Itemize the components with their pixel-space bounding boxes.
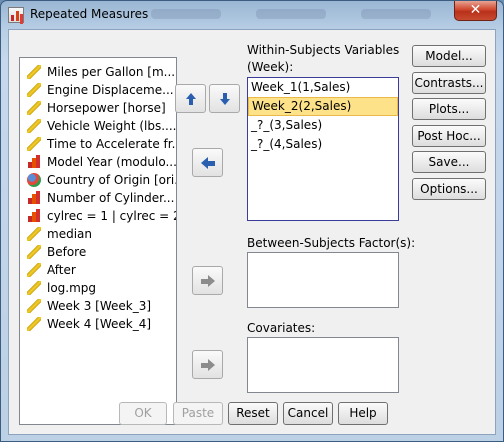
scale-icon [27,101,41,115]
post-hoc-button[interactable]: Post Hoc... [412,124,486,147]
variable-list-item[interactable]: After [20,261,176,279]
dialog-body: Miles per Gallon [m... Engine Displaceme.… [8,29,496,435]
ordinal-icon [27,191,41,205]
scale-icon [27,281,41,295]
cancel-button[interactable]: Cancel [283,402,333,425]
repeated-measures-dialog: Repeated Measures ✕ Miles per Gallon [m.… [0,0,504,442]
plots-button[interactable]: Plots... [412,98,486,120]
variable-list-item[interactable]: Miles per Gallon [m... [20,63,176,81]
variable-list-item[interactable]: Before [20,243,176,261]
background-blur [361,9,431,19]
ordinal-icon [27,209,41,223]
contrasts-button[interactable]: Contrasts... [412,71,486,94]
model-button[interactable]: Model... [412,45,486,67]
move-to-within-button[interactable] [192,148,223,177]
scale-icon [27,65,41,79]
within-list-item[interactable]: Week_1(1,Sales) [248,78,398,97]
within-list-item[interactable]: _?_(4,Sales) [248,135,398,154]
variable-list-item[interactable]: log.mpg [20,279,176,297]
right-arrow-icon [201,359,215,371]
within-factor-label: (Week): [247,60,294,74]
move-down-button[interactable] [209,84,240,113]
within-subjects-label: Within-Subjects Variables [247,43,400,57]
ordinal-icon [27,155,41,169]
variable-label: Week 3 [Week_3] [47,299,152,313]
covariates-list[interactable] [247,337,399,393]
variable-label: median [47,227,92,241]
scale-icon [27,317,41,331]
move-to-between-button[interactable] [192,266,223,295]
variable-list-item[interactable]: Week 3 [Week_3] [20,297,176,315]
scale-icon [27,299,41,313]
background-blur [256,9,326,19]
variable-list-item[interactable]: Engine Displaceme... [20,81,176,99]
background-blur [151,9,221,19]
title-bar[interactable]: Repeated Measures ✕ [1,1,503,29]
variable-label: Country of Origin [ori... [47,173,176,187]
covariates-label: Covariates: [247,321,316,335]
between-subjects-label: Between-Subjects Factor(s): [247,236,416,250]
left-arrow-icon [201,157,215,169]
right-arrow-icon [201,275,215,287]
close-button[interactable]: ✕ [454,1,497,21]
variable-label: Before [47,245,87,259]
variable-label: cylrec = 1 | cylrec = 2... [47,209,176,223]
paste-button[interactable]: Paste [173,402,223,425]
window-title: Repeated Measures [30,7,149,21]
variable-label: Number of Cylinder... [47,191,175,205]
move-to-covariates-button[interactable] [192,350,223,379]
scale-icon [27,263,41,277]
scale-icon [27,83,41,97]
ok-button[interactable]: OK [119,402,167,425]
variable-list-item[interactable]: Number of Cylinder... [20,189,176,207]
scale-icon [27,119,41,133]
save-button[interactable]: Save... [412,151,486,173]
move-up-button[interactable] [175,84,206,113]
variable-list-item[interactable]: Vehicle Weight (lbs.... [20,117,176,135]
between-subjects-list[interactable] [247,252,399,308]
variable-list-item[interactable]: Time to Accelerate fr... [20,135,176,153]
variable-list-item[interactable]: Model Year (modulo... [20,153,176,171]
up-arrow-icon [186,93,196,105]
variable-list-item[interactable]: Country of Origin [ori... [20,171,176,189]
nominal-icon [27,173,41,187]
help-button[interactable]: Help [338,402,388,425]
within-list-item[interactable]: Week_2(2,Sales) [248,97,398,116]
source-variable-list[interactable]: Miles per Gallon [m... Engine Displaceme.… [19,57,177,425]
variable-label: log.mpg [47,281,97,295]
variable-label: Time to Accelerate fr... [47,137,176,151]
variable-label: Miles per Gallon [m... [47,65,176,79]
reset-button[interactable]: Reset [228,402,278,425]
variable-list-item[interactable]: median [20,225,176,243]
options-button[interactable]: Options... [412,177,486,200]
variable-label: Vehicle Weight (lbs.... [47,119,176,133]
down-arrow-icon [220,93,230,105]
variable-list-item[interactable]: Horsepower [horse] [20,99,176,117]
variable-label: Model Year (modulo... [47,155,176,169]
variable-list-item[interactable]: Week 4 [Week_4] [20,315,176,333]
within-subjects-list[interactable]: Week_1(1,Sales) Week_2(2,Sales) _?_(3,Sale… [247,77,399,221]
variable-label: Week 4 [Week_4] [47,317,152,331]
spss-app-icon [8,7,24,23]
variable-label: Engine Displaceme... [47,83,174,97]
variable-label: After [47,263,76,277]
within-list-item[interactable]: _?_(3,Sales) [248,116,398,135]
variable-list-item[interactable]: cylrec = 1 | cylrec = 2... [20,207,176,225]
scale-icon [27,227,41,241]
scale-icon [27,137,41,151]
scale-icon [27,245,41,259]
variable-label: Horsepower [horse] [47,101,166,115]
